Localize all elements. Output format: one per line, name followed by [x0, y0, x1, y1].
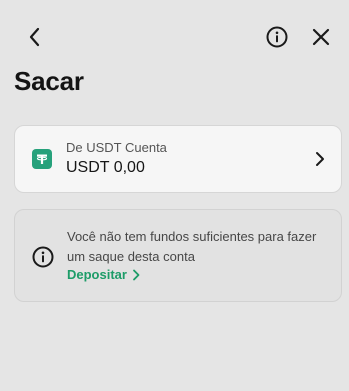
info-circle-icon — [32, 246, 54, 268]
deposit-link-label: Depositar — [67, 267, 127, 282]
info-circle-icon — [266, 26, 288, 48]
top-bar — [0, 0, 349, 72]
info-button[interactable] — [263, 23, 291, 51]
chevron-right-icon — [316, 152, 324, 166]
tether-usdt-icon — [32, 149, 52, 169]
close-button[interactable] — [307, 23, 335, 51]
page-title: Sacar — [14, 66, 84, 96]
source-account-selector[interactable]: De USDT Cuenta USDT 0,00 — [14, 125, 342, 193]
account-balance: USDT 0,00 — [66, 159, 145, 176]
notice-message: Você não tem fundos suficientes para faz… — [67, 229, 317, 264]
account-label: De USDT Cuenta — [66, 140, 167, 155]
close-icon — [312, 28, 330, 46]
deposit-link[interactable]: Depositar — [67, 267, 140, 282]
chevron-right-icon — [133, 269, 140, 280]
back-button[interactable] — [21, 23, 49, 51]
insufficient-funds-notice: Você não tem fundos suficientes para faz… — [14, 209, 342, 302]
chevron-left-icon — [29, 27, 40, 47]
